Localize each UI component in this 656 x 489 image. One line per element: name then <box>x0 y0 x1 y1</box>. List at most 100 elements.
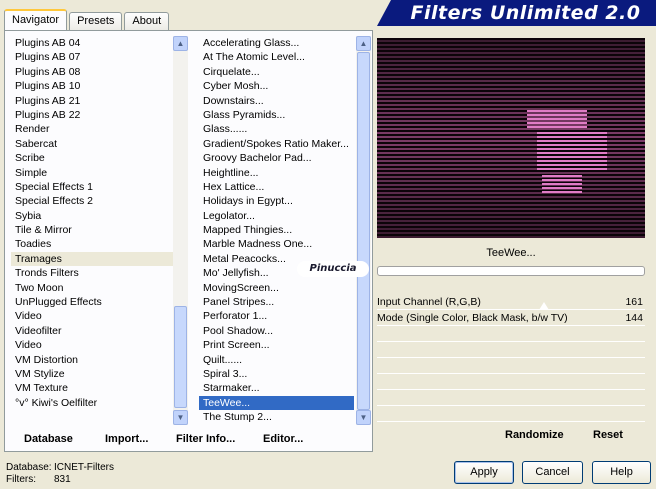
filter-item[interactable]: Gradient/Spokes Ratio Maker... <box>199 137 354 151</box>
category-item[interactable]: Plugins AB 08 <box>11 65 176 79</box>
filter-info-link[interactable]: Filter Info... <box>176 433 235 445</box>
tab-about[interactable]: About <box>124 12 170 30</box>
filter-item[interactable]: Cirquelate... <box>199 65 354 79</box>
randomize-link[interactable]: Randomize <box>505 429 564 441</box>
preview-stripes <box>377 40 645 238</box>
apply-button[interactable]: Apply <box>454 461 514 484</box>
filter-item[interactable]: Starmaker... <box>199 381 354 395</box>
scroll-thumb[interactable] <box>174 306 187 408</box>
scroll-up-icon[interactable]: ▲ <box>356 36 371 51</box>
tab-navigator[interactable]: Navigator <box>4 9 68 31</box>
filter-item[interactable]: Heightline... <box>199 166 354 180</box>
category-item[interactable]: Video <box>11 338 176 352</box>
category-item[interactable]: °v° Kiwi's Oelfilter <box>11 396 176 410</box>
category-item[interactable]: VM Texture <box>11 381 176 395</box>
database-link[interactable]: Database <box>24 433 73 445</box>
param-row-empty <box>377 326 645 342</box>
filter-info-panel: TeeWee... <box>377 242 645 276</box>
param-row-empty <box>377 342 645 358</box>
filter-item[interactable]: Perforator 1... <box>199 309 354 323</box>
filter-item[interactable]: The Stump 2... <box>199 410 354 424</box>
scroll-down-icon[interactable]: ▼ <box>173 410 188 425</box>
category-item[interactable]: Plugins AB 22 <box>11 108 176 122</box>
filter-list[interactable]: Accelerating Glass... At The Atomic Level… <box>199 36 354 425</box>
category-item[interactable]: Two Moon <box>11 281 176 295</box>
filter-item[interactable]: Downstairs... <box>199 94 354 108</box>
category-item[interactable]: Sabercat <box>11 137 176 151</box>
category-list[interactable]: Plugins AB 04 Plugins AB 07 Plugins AB 08 P… <box>11 36 176 425</box>
scroll-thumb[interactable] <box>357 52 370 410</box>
category-item[interactable]: Tronds Filters <box>11 266 176 280</box>
filter-item[interactable]: Hex Lattice... <box>199 180 354 194</box>
navigator-actions: Database Import... Filter Info... Editor… <box>5 427 372 451</box>
category-item[interactable]: Special Effects 2 <box>11 194 176 208</box>
category-item[interactable]: Plugins AB 10 <box>11 79 176 93</box>
watermark-badge: Pinuccia <box>297 261 369 277</box>
cancel-button[interactable]: Cancel <box>522 461 583 484</box>
filter-item[interactable]: Holidays in Egypt... <box>199 194 354 208</box>
filters-count: 831 <box>54 474 71 485</box>
param-value: 144 <box>625 312 643 324</box>
param-name: Input Channel (R,G,B) <box>377 296 481 308</box>
filter-item[interactable]: Spiral 3... <box>199 367 354 381</box>
filter-item[interactable]: Quilt...... <box>199 353 354 367</box>
category-item[interactable]: Plugins AB 21 <box>11 94 176 108</box>
filter-item[interactable]: Cyber Mosh... <box>199 79 354 93</box>
app-title: Filters Unlimited 2.0 <box>410 2 641 24</box>
category-item[interactable]: Tile & Mirror <box>11 223 176 237</box>
category-item[interactable]: VM Stylize <box>11 367 176 381</box>
category-scrollbar[interactable]: ▲ ▼ <box>173 36 188 425</box>
tab-presets[interactable]: Presets <box>69 12 123 30</box>
import-link[interactable]: Import... <box>105 433 148 445</box>
editor-link[interactable]: Editor... <box>263 433 303 445</box>
reset-link[interactable]: Reset <box>593 429 623 441</box>
filter-item[interactable]: Groovy Bachelor Pad... <box>199 151 354 165</box>
tab-bar: Navigator Presets About <box>4 8 171 31</box>
filter-item[interactable]: Panel Stripes... <box>199 295 354 309</box>
param-row-empty <box>377 390 645 406</box>
filter-item[interactable]: TeeWee... <box>199 395 354 411</box>
filter-actions: Randomize Reset <box>377 423 645 449</box>
category-item[interactable]: Render <box>11 122 176 136</box>
category-item[interactable]: Plugins AB 07 <box>11 50 176 64</box>
category-item[interactable]: Videofilter <box>11 324 176 338</box>
category-item[interactable]: Plugins AB 04 <box>11 36 176 50</box>
scroll-up-icon[interactable]: ▲ <box>173 36 188 51</box>
category-item[interactable]: Video <box>11 309 176 323</box>
filter-item[interactable]: Glass...... <box>199 122 354 136</box>
filter-item[interactable]: MovingScreen... <box>199 281 354 295</box>
filter-item[interactable]: Glass Pyramids... <box>199 108 354 122</box>
database-value: ICNET-Filters <box>54 462 114 473</box>
slider-marker-icon[interactable] <box>539 302 549 310</box>
database-label: Database: <box>6 462 52 473</box>
filter-item[interactable]: Pool Shadow... <box>199 324 354 338</box>
filter-scrollbar[interactable]: ▲ ▼ <box>356 36 371 425</box>
parameter-list: Input Channel (R,G,B) 161 Mode (Single C… <box>377 294 645 422</box>
filter-item[interactable]: Mapped Thingies... <box>199 223 354 237</box>
category-item[interactable]: VM Distortion <box>11 353 176 367</box>
filter-item[interactable]: Marble Madness One... <box>199 237 354 251</box>
filter-item[interactable]: At The Atomic Level... <box>199 50 354 64</box>
category-item[interactable]: Sybia <box>11 209 176 223</box>
scroll-down-icon[interactable]: ▼ <box>356 410 371 425</box>
category-item[interactable]: Toadies <box>11 237 176 251</box>
category-item[interactable]: Scribe <box>11 151 176 165</box>
category-item[interactable]: Simple <box>11 166 176 180</box>
category-item[interactable]: UnPlugged Effects <box>11 295 176 309</box>
preview-image <box>377 38 645 238</box>
progress-bar <box>377 266 645 276</box>
category-item[interactable]: Tramages <box>11 251 176 267</box>
filter-item[interactable]: Legolator... <box>199 209 354 223</box>
filter-item[interactable]: Accelerating Glass... <box>199 36 354 50</box>
help-button[interactable]: Help <box>592 461 651 484</box>
param-row[interactable]: Mode (Single Color, Black Mask, b/w TV) … <box>377 310 645 326</box>
param-row[interactable]: Input Channel (R,G,B) 161 <box>377 294 645 310</box>
filter-item[interactable]: Print Screen... <box>199 338 354 352</box>
param-row-empty <box>377 406 645 422</box>
filters-label: Filters: <box>6 474 36 485</box>
navigator-panel: Plugins AB 04 Plugins AB 07 Plugins AB 08 P… <box>4 30 373 452</box>
param-value: 161 <box>625 296 643 308</box>
param-row-empty <box>377 358 645 374</box>
category-item[interactable]: Special Effects 1 <box>11 180 176 194</box>
param-name: Mode (Single Color, Black Mask, b/w TV) <box>377 312 568 324</box>
